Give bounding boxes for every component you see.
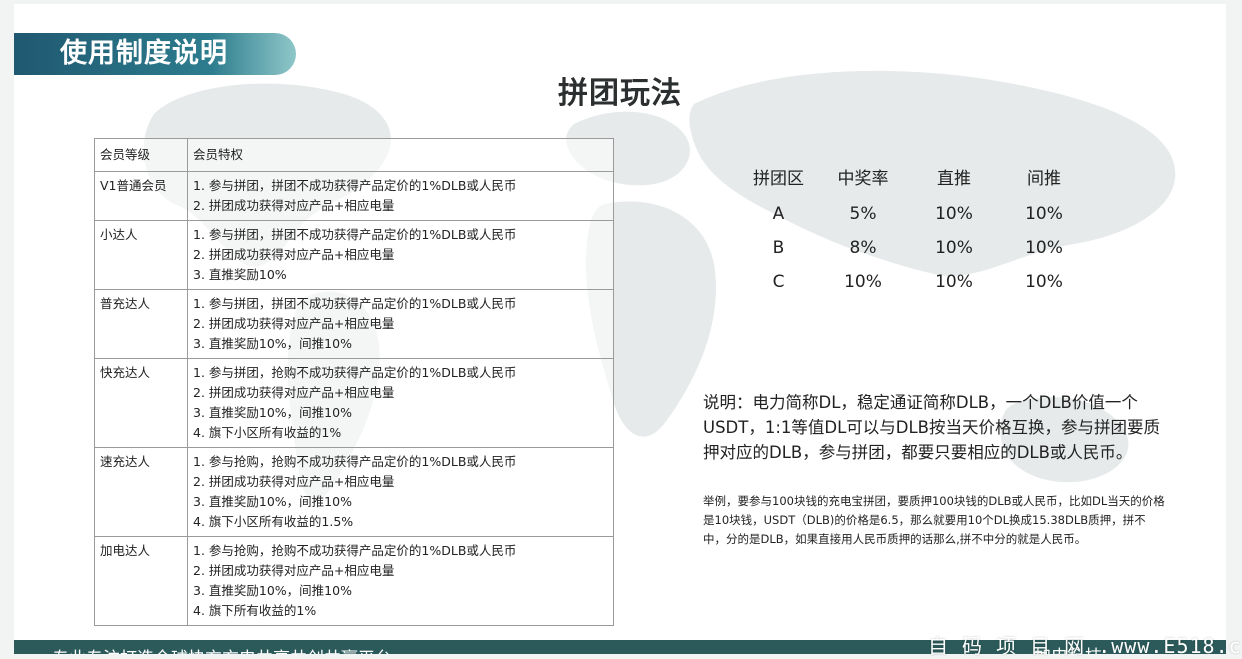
member-perks: 1. 参与拼团，拼团不成功获得产品定价的1%DLB或人民币 2. 拼团成功获得对… [187,289,614,359]
member-level: 加电达人 [94,536,188,626]
group-table-header: 拼团区 中奖率 直推 间推 [740,161,1089,191]
perk-item: 4. 旗下小区所有收益的1% [193,425,342,440]
header-level: 会员等级 [94,138,188,172]
group-indirect: 10% [1025,238,1063,258]
perk-item: 1. 参与抢购，抢购不成功获得产品定价的1%DLB或人民币 [193,543,517,558]
member-perks: 1. 参与拼团，抢购不成功获得产品定价的1%DLB或人民币 2. 拼团成功获得对… [187,358,614,448]
member-level: 普充达人 [94,289,188,359]
table-row: 普充达人 1. 参与拼团，拼团不成功获得产品定价的1%DLB或人民币 2. 拼团… [94,289,614,359]
perk-item: 2. 拼团成功获得对应产品+相应电量 [193,563,395,578]
member-level: 小达人 [94,220,188,290]
group-zone: A [772,204,785,224]
table-row: 快充达人 1. 参与拼团，抢购不成功获得产品定价的1%DLB或人民币 2. 拼团… [94,358,614,448]
perk-item: 2. 拼团成功获得对应产品+相应电量 [193,247,395,262]
perk-item: 1. 参与拼团，拼团不成功获得产品定价的1%DLB或人民币 [193,296,517,311]
group-direct: 10% [935,204,973,224]
perk-item: 3. 直推奖励10%，间推10% [193,583,352,598]
table-header-row: 会员等级 会员特权 [94,138,614,172]
perk-item: 1. 参与抢购，抢购不成功获得产品定价的1%DLB或人民币 [193,454,517,469]
perk-item: 2. 拼团成功获得对应产品+相应电量 [193,385,395,400]
group-header-direct: 直推 [937,168,971,189]
table-row: 加电达人 1. 参与抢购，抢购不成功获得产品定价的1%DLB或人民币 2. 拼团… [94,536,614,626]
perk-item: 3. 直推奖励10%，间推10% [193,336,352,351]
member-perks: 1. 参与拼团，拼团不成功获得产品定价的1%DLB或人民币 2. 拼团成功获得对… [187,171,614,221]
page-heading: 拼团玩法 [558,76,682,111]
group-indirect: 10% [1025,272,1063,292]
group-win-rate: 10% [844,272,882,292]
member-perks: 1. 参与拼团，拼团不成功获得产品定价的1%DLB或人民币 2. 拼团成功获得对… [187,220,614,290]
perk-item: 3. 直推奖励10% [193,267,287,282]
perk-item: 2. 拼团成功获得对应产品+相应电量 [193,198,395,213]
member-privileges-table: 会员等级 会员特权 V1普通会员 1. 参与拼团，拼团不成功获得产品定价的1%D… [94,138,614,626]
site-watermark: 自 码 项 目 网 .www.E518.com [928,634,1242,658]
footer-slogan: 专业专注打造全球快充充电共享共创共赢平台 [52,644,392,654]
perk-item: 1. 参与拼团，拼团不成功获得产品定价的1%DLB或人民币 [193,227,517,242]
explanation-note: 说明：电力简称DL，稳定通证简称DLB，一个DLB价值一个USDT，1:1等值D… [703,393,1161,462]
header-privileges: 会员特权 [187,138,614,172]
member-perks: 1. 参与抢购，抢购不成功获得产品定价的1%DLB或人民币 2. 拼团成功获得对… [187,536,614,626]
member-level: V1普通会员 [94,171,188,221]
table-row: 速充达人 1. 参与抢购，抢购不成功获得产品定价的1%DLB或人民币 2. 拼团… [94,447,614,537]
group-zone: B [772,238,785,258]
perk-item: 3. 直推奖励10%，间推10% [193,494,352,509]
slide: 使用制度说明 拼团玩法 会员等级 会员特权 V1普通会员 1. 参与拼团，拼团不… [14,4,1226,654]
group-header-indirect: 间推 [1027,168,1061,189]
group-direct: 10% [935,238,973,258]
perk-item: 2. 拼团成功获得对应产品+相应电量 [193,474,395,489]
group-zone: C [772,272,785,292]
perk-item: 4. 旗下小区所有收益的1.5% [193,514,354,529]
group-row: B 8% 10% 10% [740,231,1089,265]
perk-item: 3. 直推奖励10%，间推10% [193,405,352,420]
member-level: 快充达人 [94,358,188,448]
perk-item: 1. 参与拼团，拼团不成功获得产品定价的1%DLB或人民币 [193,178,517,193]
group-header-zone: 拼团区 [753,168,804,189]
perk-item: 2. 拼团成功获得对应产品+相应电量 [193,316,395,331]
group-header-win-rate: 中奖率 [837,168,889,189]
group-win-rate: 5% [849,204,877,224]
table-row: V1普通会员 1. 参与拼团，拼团不成功获得产品定价的1%DLB或人民币 2. … [94,171,614,221]
member-level: 速充达人 [94,447,188,537]
group-row: C 10% 10% 10% [740,265,1089,299]
group-indirect: 10% [1025,204,1063,224]
perk-item: 1. 参与拼团，抢购不成功获得产品定价的1%DLB或人民币 [193,365,517,380]
perk-item: 4. 旗下所有收益的1% [193,603,317,618]
group-zone-table: 拼团区 中奖率 直推 间推 A 5% 10% 10% B 8% 10% 10% … [740,161,1089,299]
group-direct: 10% [935,272,973,292]
example-note: 举例，要参与100块钱的充电宝拼团，要质押100块钱的DLB或人民币，比如DL当… [703,494,1165,546]
table-row: 小达人 1. 参与拼团，拼团不成功获得产品定价的1%DLB或人民币 2. 拼团成… [94,220,614,290]
group-win-rate: 8% [849,238,877,258]
member-perks: 1. 参与抢购，抢购不成功获得产品定价的1%DLB或人民币 2. 拼团成功获得对… [187,447,614,537]
group-row: A 5% 10% 10% [740,197,1089,231]
